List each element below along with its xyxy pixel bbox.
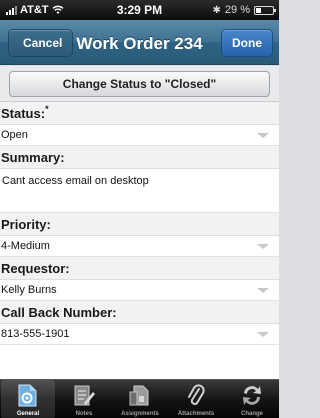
call-back-label: Call Back Number: (0, 301, 279, 324)
required-mark: * (45, 104, 49, 114)
tab-label: Change (240, 411, 263, 417)
priority-label: Priority: (0, 213, 279, 236)
summary-value: Cant access email on desktop (2, 175, 149, 187)
battery-icon (254, 5, 276, 15)
tab-change[interactable]: Change (225, 380, 279, 418)
status-field[interactable]: Open (0, 125, 279, 146)
priority-value: 4-Medium (1, 240, 50, 252)
tab-label: Assignments (121, 411, 159, 417)
tab-label: Attachments (177, 411, 215, 417)
battery-percent: 29 % (224, 4, 250, 16)
status-label-text: Status: (1, 106, 46, 121)
status-value: Open (1, 129, 28, 141)
call-back-value: 813-555-1901 (1, 328, 70, 340)
status-bar: AT&T 3:29 PM ✱ 29 % (0, 0, 279, 20)
requestor-field[interactable]: Kelly Burns (0, 280, 279, 301)
tab-notes[interactable]: Notes (57, 380, 111, 418)
chevron-down-icon (257, 288, 269, 293)
work-order-form: Change Status to "Closed" Status:* Open … (0, 66, 279, 379)
change-status-button[interactable]: Change Status to "Closed" (9, 71, 270, 97)
tab-assignments[interactable]: Assignments (113, 380, 167, 418)
general-icon (18, 384, 37, 407)
navigation-bar: Cancel Work Order 234 Done (0, 20, 279, 65)
paperclip-icon (188, 384, 205, 405)
assignments-icon (129, 385, 149, 406)
tab-label: General (16, 411, 40, 417)
summary-label: Summary: (0, 146, 279, 169)
action-band: Change Status to "Closed" (0, 66, 279, 102)
chevron-down-icon (257, 244, 269, 249)
tab-bar: General Notes Assignments Attachments Ch… (0, 379, 279, 418)
requestor-value: Kelly Burns (1, 284, 57, 296)
tab-label: Notes (75, 411, 93, 417)
requestor-label: Requestor: (0, 257, 279, 280)
bluetooth-icon: ✱ (212, 4, 221, 16)
change-icon (243, 386, 261, 405)
chevron-down-icon (257, 133, 269, 138)
status-label: Status:* (0, 102, 279, 125)
tab-attachments[interactable]: Attachments (169, 380, 223, 418)
chevron-down-icon (257, 332, 269, 337)
priority-field[interactable]: 4-Medium (0, 236, 279, 257)
status-right: ✱ 29 % (212, 4, 276, 16)
done-button[interactable]: Done (221, 29, 273, 57)
summary-field[interactable]: Cant access email on desktop (0, 169, 279, 213)
tab-general[interactable]: General (1, 380, 55, 418)
call-back-field[interactable]: 813-555-1901 (0, 324, 279, 345)
notes-icon (74, 385, 95, 406)
